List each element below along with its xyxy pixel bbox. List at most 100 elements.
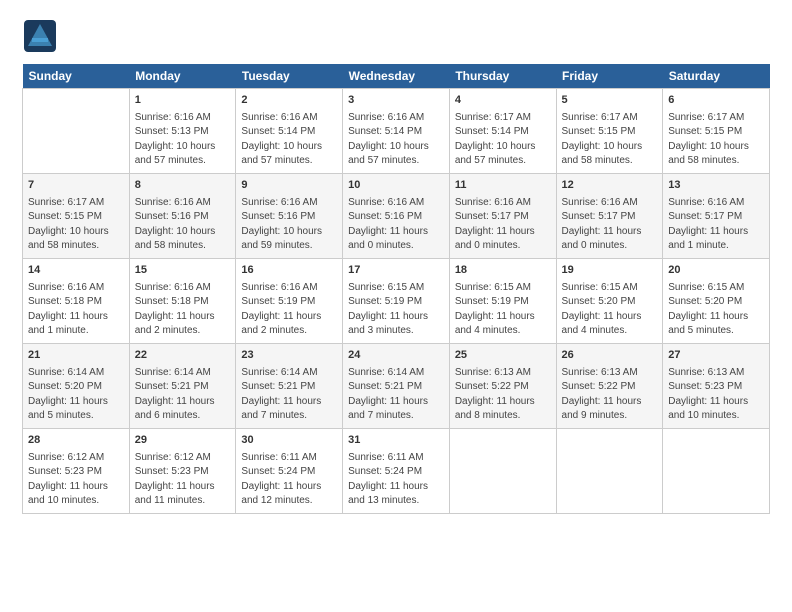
calendar-cell: 28 Sunrise: 6:12 AMSunset: 5:23 PMDayligh… [23,428,130,513]
calendar-cell: 6 Sunrise: 6:17 AMSunset: 5:15 PMDaylight… [663,89,770,174]
week-row-2: 7Sunrise: 6:17 AMSunset: 5:15 PMDaylight… [23,173,770,258]
calendar-cell: 17Sunrise: 6:15 AMSunset: 5:19 PMDayligh… [343,258,450,343]
day-number: 25 [455,348,551,364]
day-number: 1 [135,93,231,109]
day-info: Sunrise: 6:16 AMSunset: 5:18 PMDaylight:… [135,282,215,337]
day-info: Sunrise: 6:11 AMSunset: 5:24 PMDaylight:… [348,452,428,507]
day-info: Sunrise: 6:16 AMSunset: 5:14 PMDaylight:… [241,112,322,167]
day-number: 31 [348,433,444,449]
calendar-cell: 15Sunrise: 6:16 AMSunset: 5:18 PMDayligh… [129,258,236,343]
calendar-cell: 22Sunrise: 6:14 AMSunset: 5:21 PMDayligh… [129,343,236,428]
logo [22,18,60,54]
day-number: 14 [28,263,124,279]
day-number: 4 [455,93,551,109]
day-number: 12 [562,178,658,194]
day-info: Sunrise: 6:12 AMSunset: 5:23 PMDaylight:… [135,452,215,507]
calendar-cell: 2 Sunrise: 6:16 AMSunset: 5:14 PMDaylight… [236,89,343,174]
weekday-thursday: Thursday [449,64,556,89]
day-info: Sunrise: 6:14 AMSunset: 5:20 PMDaylight:… [28,367,108,422]
weekday-friday: Friday [556,64,663,89]
day-number: 29 [135,433,231,449]
logo-icon [22,18,58,54]
day-number: 17 [348,263,444,279]
day-info: Sunrise: 6:16 AMSunset: 5:18 PMDaylight:… [28,282,108,337]
day-info: Sunrise: 6:16 AMSunset: 5:16 PMDaylight:… [135,197,216,252]
week-row-3: 14 Sunrise: 6:16 AMSunset: 5:18 PMDayligh… [23,258,770,343]
day-info: Sunrise: 6:14 AMSunset: 5:21 PMDaylight:… [348,367,428,422]
calendar-cell: 13 Sunrise: 6:16 AMSunset: 5:17 PMDayligh… [663,173,770,258]
week-row-5: 28 Sunrise: 6:12 AMSunset: 5:23 PMDayligh… [23,428,770,513]
calendar-cell: 16 Sunrise: 6:16 AMSunset: 5:19 PMDayligh… [236,258,343,343]
day-number: 23 [241,348,337,364]
day-info: Sunrise: 6:13 AMSunset: 5:22 PMDaylight:… [562,367,642,422]
calendar-cell: 20 Sunrise: 6:15 AMSunset: 5:20 PMDayligh… [663,258,770,343]
day-info: Sunrise: 6:11 AMSunset: 5:24 PMDaylight:… [241,452,321,507]
calendar-cell: 9 Sunrise: 6:16 AMSunset: 5:16 PMDaylight… [236,173,343,258]
day-number: 13 [668,178,764,194]
day-number: 5 [562,93,658,109]
calendar-cell: 5 Sunrise: 6:17 AMSunset: 5:15 PMDaylight… [556,89,663,174]
week-row-4: 21 Sunrise: 6:14 AMSunset: 5:20 PMDayligh… [23,343,770,428]
weekday-sunday: Sunday [23,64,130,89]
weekday-tuesday: Tuesday [236,64,343,89]
calendar-cell: 27Sunrise: 6:13 AMSunset: 5:23 PMDayligh… [663,343,770,428]
day-number: 9 [241,178,337,194]
calendar-cell: 12 Sunrise: 6:16 AMSunset: 5:17 PMDayligh… [556,173,663,258]
day-number: 28 [28,433,124,449]
weekday-monday: Monday [129,64,236,89]
day-number: 6 [668,93,764,109]
day-info: Sunrise: 6:16 AMSunset: 5:14 PMDaylight:… [348,112,429,167]
day-info: Sunrise: 6:15 AMSunset: 5:20 PMDaylight:… [562,282,642,337]
day-info: Sunrise: 6:13 AMSunset: 5:23 PMDaylight:… [668,367,748,422]
day-number: 16 [241,263,337,279]
day-info: Sunrise: 6:14 AMSunset: 5:21 PMDaylight:… [241,367,321,422]
calendar-cell [449,428,556,513]
day-info: Sunrise: 6:16 AMSunset: 5:16 PMDaylight:… [241,197,322,252]
day-info: Sunrise: 6:14 AMSunset: 5:21 PMDaylight:… [135,367,215,422]
day-info: Sunrise: 6:12 AMSunset: 5:23 PMDaylight:… [28,452,108,507]
calendar-cell [663,428,770,513]
calendar-cell: 24Sunrise: 6:14 AMSunset: 5:21 PMDayligh… [343,343,450,428]
day-number: 3 [348,93,444,109]
calendar-cell: 11Sunrise: 6:16 AMSunset: 5:17 PMDayligh… [449,173,556,258]
calendar-cell: 21 Sunrise: 6:14 AMSunset: 5:20 PMDayligh… [23,343,130,428]
day-number: 20 [668,263,764,279]
day-number: 2 [241,93,337,109]
day-number: 10 [348,178,444,194]
day-number: 11 [455,178,551,194]
day-number: 21 [28,348,124,364]
day-info: Sunrise: 6:17 AMSunset: 5:14 PMDaylight:… [455,112,536,167]
day-info: Sunrise: 6:17 AMSunset: 5:15 PMDaylight:… [562,112,643,167]
day-number: 19 [562,263,658,279]
calendar-cell: 8 Sunrise: 6:16 AMSunset: 5:16 PMDaylight… [129,173,236,258]
weekday-wednesday: Wednesday [343,64,450,89]
day-info: Sunrise: 6:13 AMSunset: 5:22 PMDaylight:… [455,367,535,422]
day-number: 8 [135,178,231,194]
calendar-cell: 18Sunrise: 6:15 AMSunset: 5:19 PMDayligh… [449,258,556,343]
day-info: Sunrise: 6:16 AMSunset: 5:17 PMDaylight:… [668,197,748,252]
calendar-cell: 7Sunrise: 6:17 AMSunset: 5:15 PMDaylight… [23,173,130,258]
header [22,18,770,54]
day-info: Sunrise: 6:16 AMSunset: 5:16 PMDaylight:… [348,197,428,252]
day-info: Sunrise: 6:16 AMSunset: 5:19 PMDaylight:… [241,282,321,337]
day-info: Sunrise: 6:16 AMSunset: 5:17 PMDaylight:… [562,197,642,252]
week-row-1: 1 Sunrise: 6:16 AMSunset: 5:13 PMDaylight… [23,89,770,174]
day-info: Sunrise: 6:15 AMSunset: 5:20 PMDaylight:… [668,282,748,337]
main-container: SundayMondayTuesdayWednesdayThursdayFrid… [0,0,792,526]
weekday-header-row: SundayMondayTuesdayWednesdayThursdayFrid… [23,64,770,89]
day-number: 30 [241,433,337,449]
calendar-cell [23,89,130,174]
day-info: Sunrise: 6:15 AMSunset: 5:19 PMDaylight:… [455,282,535,337]
calendar-cell: 29 Sunrise: 6:12 AMSunset: 5:23 PMDayligh… [129,428,236,513]
day-info: Sunrise: 6:16 AMSunset: 5:13 PMDaylight:… [135,112,216,167]
calendar-table: SundayMondayTuesdayWednesdayThursdayFrid… [22,64,770,514]
day-number: 26 [562,348,658,364]
calendar-cell: 30 Sunrise: 6:11 AMSunset: 5:24 PMDayligh… [236,428,343,513]
day-info: Sunrise: 6:17 AMSunset: 5:15 PMDaylight:… [668,112,749,167]
calendar-cell: 14 Sunrise: 6:16 AMSunset: 5:18 PMDayligh… [23,258,130,343]
calendar-cell: 26 Sunrise: 6:13 AMSunset: 5:22 PMDayligh… [556,343,663,428]
calendar-cell: 31 Sunrise: 6:11 AMSunset: 5:24 PMDayligh… [343,428,450,513]
weekday-saturday: Saturday [663,64,770,89]
calendar-cell: 4 Sunrise: 6:17 AMSunset: 5:14 PMDaylight… [449,89,556,174]
calendar-cell: 10 Sunrise: 6:16 AMSunset: 5:16 PMDayligh… [343,173,450,258]
